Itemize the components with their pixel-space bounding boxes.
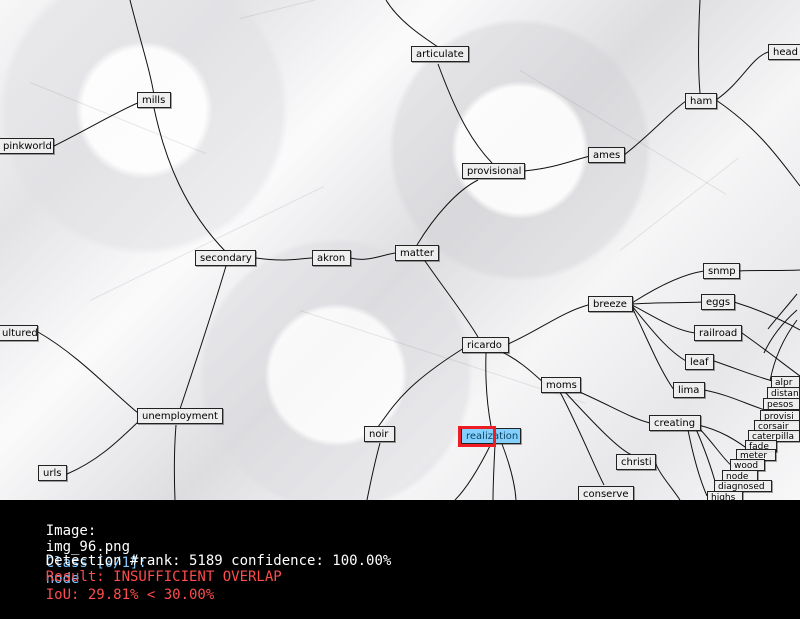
graph-node-snmp[interactable]: snmp	[703, 263, 740, 279]
graph-node-conserve[interactable]: conserve	[578, 486, 634, 500]
edge	[654, 461, 681, 500]
graph-node-lima[interactable]: lima	[673, 382, 705, 398]
detection-status-panel: Image: img_96.png Class [0/1]: node IoU:…	[0, 500, 800, 603]
graph-node-articulate[interactable]: articulate	[411, 46, 469, 62]
edge	[695, 428, 717, 486]
edge	[623, 100, 687, 156]
graph-node-noir[interactable]: noir	[364, 426, 395, 442]
edge	[737, 269, 800, 272]
edge	[631, 301, 703, 305]
graph-node-urls[interactable]: urls	[38, 465, 67, 481]
edge	[703, 389, 769, 412]
edge	[697, 424, 753, 453]
graph-node-akron[interactable]: akron	[312, 250, 351, 266]
graph-node-eggs[interactable]: eggs	[701, 294, 735, 310]
edge	[715, 99, 800, 187]
edge	[497, 349, 546, 385]
edge	[66, 421, 139, 475]
graph-node-head[interactable]: head	[768, 44, 800, 60]
graph-node-ames[interactable]: ames	[588, 147, 625, 163]
edge	[153, 107, 227, 253]
graph-node-moms[interactable]: moms	[541, 377, 581, 393]
overlap-result: Result: INSUFFICIENT OVERLAP	[45, 569, 282, 585]
edge	[631, 270, 705, 304]
edge	[631, 305, 687, 362]
graph-node-cultured[interactable]: ultured	[0, 325, 38, 341]
graph-node-mills[interactable]: mills	[137, 92, 171, 108]
edge	[767, 293, 798, 330]
edge	[437, 63, 493, 164]
graph-node-unemployment[interactable]: unemployment	[137, 408, 223, 424]
edge	[485, 352, 492, 427]
edge	[255, 257, 313, 261]
edge	[173, 424, 177, 500]
edge	[385, 0, 439, 48]
edge	[698, 0, 701, 94]
graph-node-provisional[interactable]: provisional	[462, 163, 525, 179]
edge	[574, 389, 651, 424]
edge	[501, 443, 517, 500]
edge	[424, 260, 479, 338]
graph-node-leaf[interactable]: leaf	[685, 354, 714, 370]
edge	[523, 155, 591, 172]
graph-node-ham[interactable]: ham	[685, 93, 717, 109]
edge	[377, 347, 465, 428]
graph-node-breeze[interactable]: breeze	[588, 296, 633, 312]
edge	[129, 0, 155, 96]
edge	[687, 429, 708, 497]
edge	[53, 101, 141, 147]
graph-node-ricardo[interactable]: ricardo	[462, 337, 509, 353]
graph-node-christi[interactable]: christi	[616, 454, 656, 470]
status-line-detection: Detection #rank: 5189 confidence: 100.00…	[12, 537, 392, 601]
graph-node-creating[interactable]: creating	[649, 415, 701, 431]
edge	[631, 306, 675, 391]
detection-box	[458, 426, 496, 447]
edge	[349, 252, 396, 260]
edge	[505, 304, 589, 346]
graph-node-railroad[interactable]: railroad	[694, 325, 742, 341]
edge	[713, 360, 774, 382]
edge	[37, 331, 139, 414]
edge	[416, 179, 479, 246]
edge	[454, 443, 492, 500]
edge	[179, 265, 227, 410]
edge	[715, 51, 769, 101]
graph-node-matter[interactable]: matter	[395, 245, 439, 261]
edge	[769, 319, 798, 382]
diagram-canvas: articulate head mills ham pinkworld ames…	[0, 0, 800, 500]
graph-node-pinkworld[interactable]: pinkworld	[0, 138, 54, 154]
graph-node-secondary[interactable]: secondary	[195, 250, 256, 266]
detection-rank: Detection #rank: 5189 confidence: 100.00…	[45, 553, 392, 569]
edge	[492, 443, 496, 500]
graph-node-pesos[interactable]: pesos	[763, 398, 800, 410]
edge	[366, 442, 381, 500]
graph-node-highs[interactable]: highs	[707, 491, 743, 500]
edge	[559, 391, 605, 486]
edge	[631, 304, 696, 334]
